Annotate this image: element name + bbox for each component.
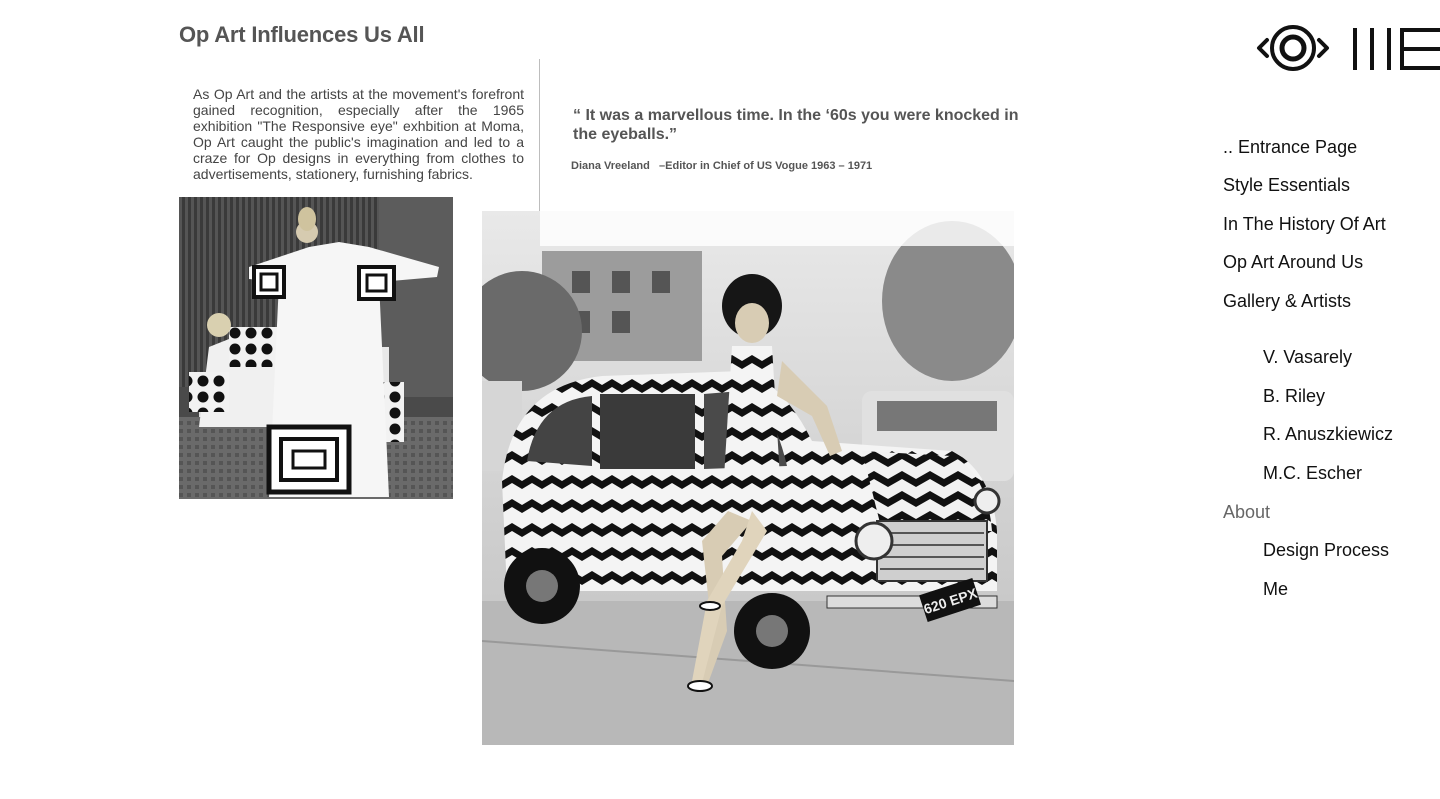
nav-vasarely[interactable]: V. Vasarely: [1263, 347, 1352, 368]
nav-escher[interactable]: M.C. Escher: [1263, 463, 1362, 484]
fashion-photo: [179, 197, 453, 499]
quote-text: “ It was a marvellous time. In the ‘60s …: [573, 107, 1019, 143]
side-navigation: .. Entrance Page Style Essentials In The…: [1223, 0, 1440, 799]
intro-paragraph: As Op Art and the artists at the movemen…: [193, 86, 524, 182]
nav-me[interactable]: Me: [1263, 579, 1288, 600]
nav-entrance-page[interactable]: .. Entrance Page: [1223, 137, 1357, 158]
nav-about[interactable]: About: [1223, 502, 1270, 523]
car-photo: 620 EPX: [482, 211, 1014, 745]
nav-riley[interactable]: B. Riley: [1263, 386, 1325, 407]
nav-anuszkiewicz[interactable]: R. Anuszkiewicz: [1263, 424, 1393, 445]
nav-gallery-artists[interactable]: Gallery & Artists: [1223, 291, 1351, 312]
page-title: Op Art Influences Us All: [179, 22, 425, 47]
nav-style-essentials[interactable]: Style Essentials: [1223, 175, 1350, 196]
quote-panel: [540, 59, 1014, 246]
nav-design-process[interactable]: Design Process: [1263, 540, 1389, 561]
nav-op-art-around-us[interactable]: Op Art Around Us: [1223, 252, 1363, 273]
quote-source: Diana Vreeland –Editor in Chief of US Vo…: [571, 160, 873, 172]
nav-history-of-art[interactable]: In The History Of Art: [1223, 214, 1386, 235]
